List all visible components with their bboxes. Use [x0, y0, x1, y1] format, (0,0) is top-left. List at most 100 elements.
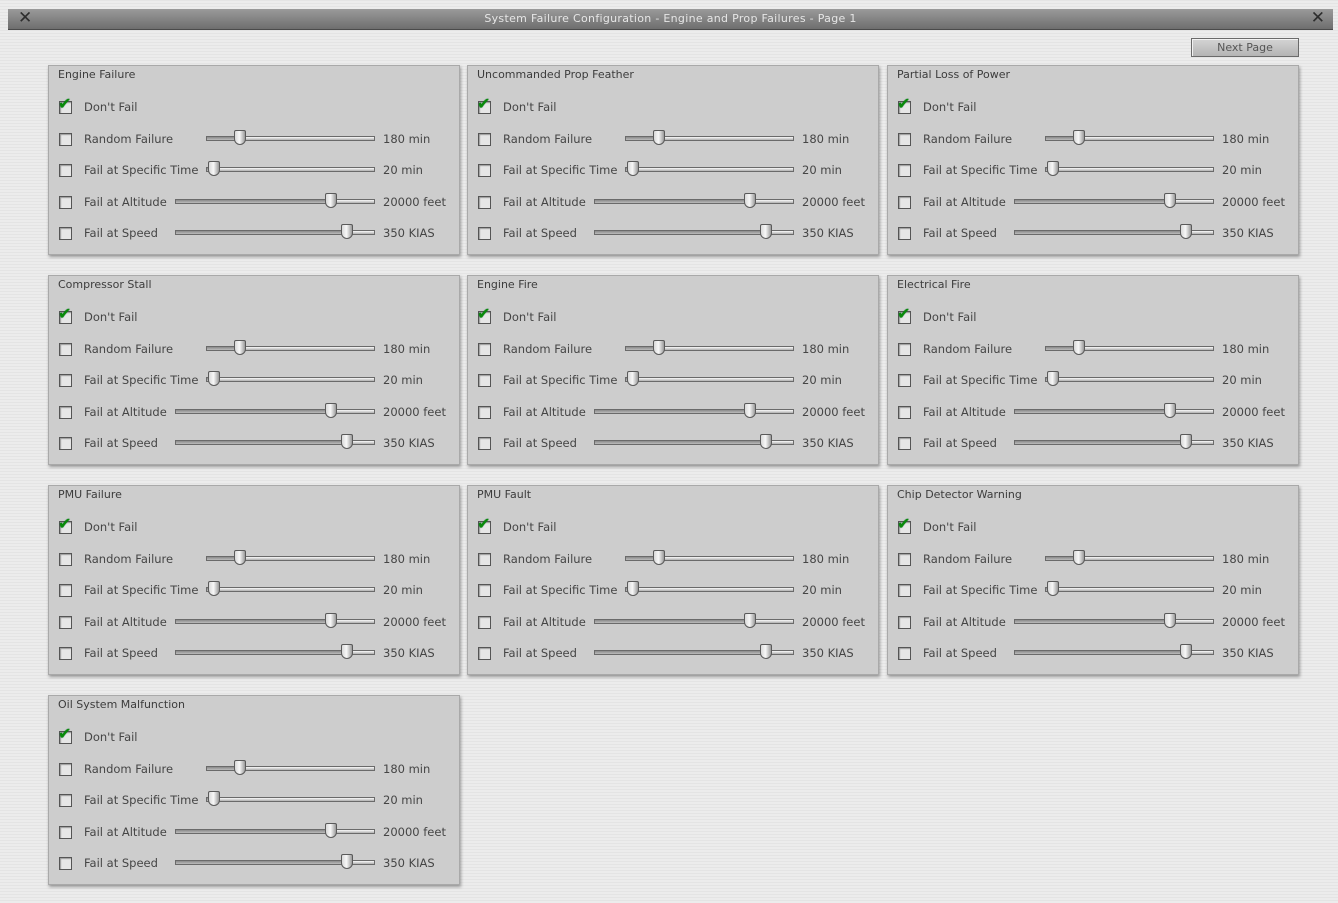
specific-time-checkbox[interactable] — [898, 164, 911, 177]
random-checkbox[interactable] — [59, 133, 72, 146]
random-checkbox[interactable] — [898, 133, 911, 146]
speed-checkbox[interactable] — [478, 647, 491, 660]
altitude-checkbox[interactable] — [478, 616, 491, 629]
slider-thumb[interactable] — [627, 371, 640, 386]
slider-thumb[interactable] — [341, 854, 353, 869]
slider-thumb[interactable] — [1164, 613, 1176, 628]
specific-time-checkbox[interactable] — [898, 374, 911, 387]
random-slider[interactable] — [625, 340, 794, 358]
altitude-slider[interactable] — [594, 403, 794, 421]
dont-fail-checkbox[interactable]: ✔ — [58, 306, 72, 324]
altitude-slider[interactable] — [1014, 193, 1214, 211]
slider-thumb[interactable] — [1072, 130, 1085, 145]
specific-time-slider[interactable] — [625, 581, 794, 599]
next-page-button[interactable]: Next Page — [1191, 38, 1299, 57]
slider-thumb[interactable] — [1072, 340, 1085, 355]
speed-checkbox[interactable] — [59, 857, 72, 870]
slider-thumb[interactable] — [1047, 161, 1060, 176]
altitude-slider[interactable] — [594, 193, 794, 211]
random-slider[interactable] — [206, 760, 375, 778]
dont-fail-checkbox[interactable]: ✔ — [477, 516, 491, 534]
slider-thumb[interactable] — [325, 193, 337, 208]
specific-time-checkbox[interactable] — [59, 164, 72, 177]
specific-time-checkbox[interactable] — [478, 374, 491, 387]
dont-fail-checkbox[interactable]: ✔ — [58, 726, 72, 744]
altitude-slider[interactable] — [175, 613, 375, 631]
slider-thumb[interactable] — [233, 550, 246, 565]
slider-thumb[interactable] — [1164, 193, 1176, 208]
speed-checkbox[interactable] — [59, 437, 72, 450]
speed-checkbox[interactable] — [898, 437, 911, 450]
speed-slider[interactable] — [1014, 434, 1214, 452]
slider-thumb[interactable] — [325, 613, 337, 628]
specific-time-slider[interactable] — [206, 581, 375, 599]
speed-checkbox[interactable] — [478, 227, 491, 240]
slider-thumb[interactable] — [652, 130, 665, 145]
dont-fail-checkbox[interactable]: ✔ — [897, 306, 911, 324]
random-checkbox[interactable] — [898, 343, 911, 356]
altitude-slider[interactable] — [175, 823, 375, 841]
slider-thumb[interactable] — [341, 224, 353, 239]
random-checkbox[interactable] — [59, 553, 72, 566]
specific-time-checkbox[interactable] — [478, 164, 491, 177]
specific-time-slider[interactable] — [1045, 371, 1214, 389]
slider-thumb[interactable] — [760, 434, 772, 449]
specific-time-slider[interactable] — [1045, 161, 1214, 179]
speed-checkbox[interactable] — [478, 437, 491, 450]
random-checkbox[interactable] — [478, 133, 491, 146]
slider-thumb[interactable] — [325, 403, 337, 418]
slider-thumb[interactable] — [744, 403, 756, 418]
speed-slider[interactable] — [594, 644, 794, 662]
specific-time-slider[interactable] — [206, 791, 375, 809]
dont-fail-checkbox[interactable]: ✔ — [477, 96, 491, 114]
speed-checkbox[interactable] — [59, 647, 72, 660]
slider-thumb[interactable] — [1180, 434, 1192, 449]
speed-slider[interactable] — [175, 224, 375, 242]
random-slider[interactable] — [206, 130, 375, 148]
specific-time-slider[interactable] — [625, 161, 794, 179]
random-slider[interactable] — [1045, 340, 1214, 358]
random-checkbox[interactable] — [478, 343, 491, 356]
altitude-slider[interactable] — [1014, 403, 1214, 421]
speed-slider[interactable] — [175, 434, 375, 452]
slider-thumb[interactable] — [208, 161, 221, 176]
slider-thumb[interactable] — [341, 644, 353, 659]
altitude-slider[interactable] — [175, 193, 375, 211]
dont-fail-checkbox[interactable]: ✔ — [58, 96, 72, 114]
altitude-slider[interactable] — [594, 613, 794, 631]
slider-thumb[interactable] — [652, 550, 665, 565]
speed-slider[interactable] — [594, 224, 794, 242]
slider-thumb[interactable] — [744, 193, 756, 208]
dont-fail-checkbox[interactable]: ✔ — [897, 96, 911, 114]
slider-thumb[interactable] — [208, 371, 221, 386]
slider-thumb[interactable] — [760, 644, 772, 659]
slider-thumb[interactable] — [1164, 403, 1176, 418]
specific-time-slider[interactable] — [625, 371, 794, 389]
slider-thumb[interactable] — [325, 823, 337, 838]
close-icon[interactable]: ✕ — [1311, 8, 1325, 28]
specific-time-checkbox[interactable] — [478, 584, 491, 597]
random-slider[interactable] — [1045, 550, 1214, 568]
altitude-checkbox[interactable] — [59, 406, 72, 419]
slider-thumb[interactable] — [1180, 224, 1192, 239]
slider-thumb[interactable] — [208, 581, 221, 596]
slider-thumb[interactable] — [1180, 644, 1192, 659]
speed-checkbox[interactable] — [898, 227, 911, 240]
altitude-checkbox[interactable] — [478, 196, 491, 209]
random-slider[interactable] — [1045, 130, 1214, 148]
specific-time-slider[interactable] — [1045, 581, 1214, 599]
slider-thumb[interactable] — [1047, 371, 1060, 386]
altitude-checkbox[interactable] — [898, 616, 911, 629]
random-slider[interactable] — [625, 550, 794, 568]
random-slider[interactable] — [206, 550, 375, 568]
slider-thumb[interactable] — [627, 581, 640, 596]
random-checkbox[interactable] — [898, 553, 911, 566]
slider-thumb[interactable] — [233, 760, 246, 775]
slider-thumb[interactable] — [233, 340, 246, 355]
specific-time-checkbox[interactable] — [898, 584, 911, 597]
specific-time-slider[interactable] — [206, 161, 375, 179]
slider-thumb[interactable] — [1047, 581, 1060, 596]
random-checkbox[interactable] — [59, 763, 72, 776]
dont-fail-checkbox[interactable]: ✔ — [58, 516, 72, 534]
dont-fail-checkbox[interactable]: ✔ — [477, 306, 491, 324]
